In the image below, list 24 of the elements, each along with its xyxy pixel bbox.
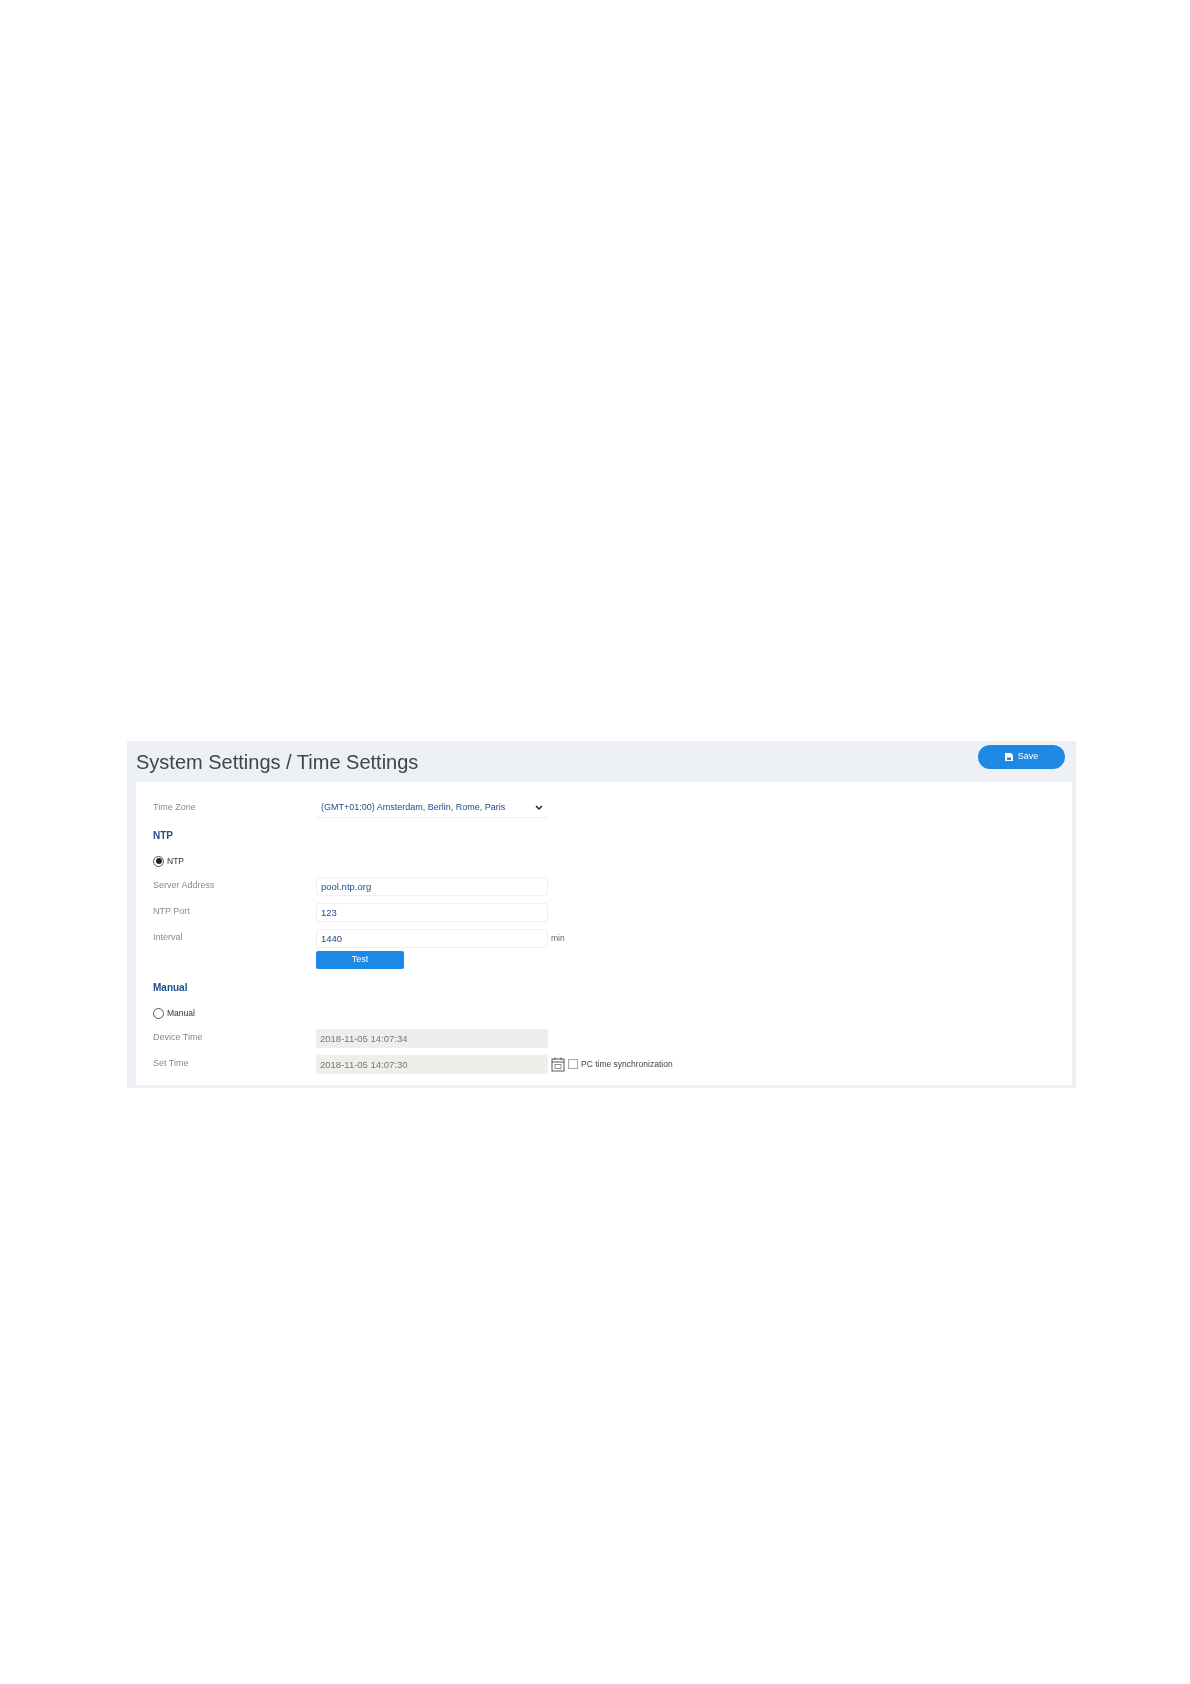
field-label: Time Zone — [153, 801, 197, 815]
text-field[interactable]: 1440 — [316, 928, 548, 948]
field-label: Server Address — [153, 879, 216, 893]
unit-label: min — [551, 931, 565, 945]
page-title: System Settings / Time Settings — [136, 749, 419, 775]
readonly-field[interactable]: 2018-11-05 14:07:34 — [316, 1028, 548, 1048]
section-heading: Manual — [153, 980, 188, 995]
chevron-down-icon — [535, 804, 543, 811]
calendar-icon[interactable] — [551, 1056, 565, 1072]
field-label: NTP Port — [153, 905, 191, 919]
save-button[interactable]: Save — [978, 745, 1065, 769]
field-label: Device Time — [153, 1031, 204, 1045]
text-field[interactable]: 123 — [316, 902, 548, 922]
radio-label: NTP — [167, 854, 184, 868]
time-zone-dropdown[interactable]: (GMT+01:00) Amsterdam, Berlin, Rome, Paris — [316, 798, 548, 818]
field-label: Interval — [153, 931, 184, 945]
test-button[interactable]: Test — [316, 951, 404, 969]
checkbox[interactable] — [568, 1059, 578, 1069]
text-field[interactable]: pool.ntp.org — [316, 876, 548, 896]
readonly-field[interactable]: 2018-11-05 14:07:30 — [316, 1054, 548, 1074]
section-heading: NTP — [153, 828, 173, 843]
field-label: Set Time — [153, 1057, 190, 1071]
radio-label: Manual — [167, 1006, 195, 1020]
checkbox-label: PC time synchronization — [581, 1057, 673, 1071]
